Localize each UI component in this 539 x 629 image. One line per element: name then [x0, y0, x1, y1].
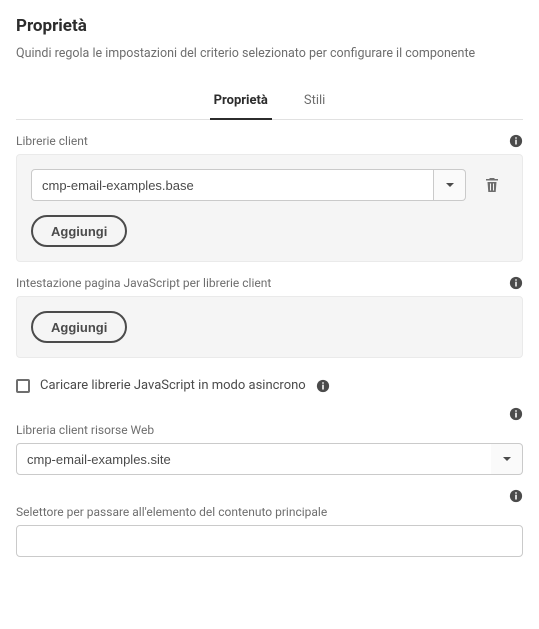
page-title: Proprietà	[16, 16, 523, 36]
add-button[interactable]: Aggiungi	[31, 311, 127, 343]
tabs: Proprietà Stili	[16, 85, 523, 120]
client-lib-input[interactable]	[31, 169, 434, 201]
dropdown-toggle[interactable]	[434, 169, 466, 201]
js-head-panel: Aggiungi	[16, 296, 523, 358]
add-button[interactable]: Aggiungi	[31, 215, 127, 247]
tab-properties[interactable]: Proprietà	[210, 85, 272, 120]
tab-styles[interactable]: Stili	[300, 85, 329, 120]
client-libs-panel: Aggiungi	[16, 154, 523, 262]
web-resources-label: Libreria client risorse Web	[16, 423, 523, 437]
web-resources-select	[16, 443, 523, 475]
page-subtitle: Quindi regola le impostazioni del criter…	[16, 46, 523, 61]
client-libs-label: Librerie client	[16, 134, 88, 148]
delete-button[interactable]	[476, 169, 508, 201]
async-js-label: Caricare librerie JavaScript in modo asi…	[40, 378, 306, 393]
web-resources-input[interactable]	[16, 443, 501, 475]
multifield-item	[31, 169, 508, 201]
info-icon[interactable]	[509, 489, 523, 503]
async-js-checkbox[interactable]	[16, 379, 30, 393]
info-icon[interactable]	[316, 379, 330, 393]
dropdown-toggle[interactable]	[491, 443, 523, 475]
info-icon[interactable]	[509, 407, 523, 421]
js-head-label: Intestazione pagina JavaScript per libre…	[16, 276, 271, 290]
info-icon[interactable]	[509, 276, 523, 290]
main-selector-label: Selettore per passare all'elemento del c…	[16, 505, 523, 519]
async-js-checkbox-row: Caricare librerie JavaScript in modo asi…	[16, 378, 523, 393]
main-selector-input[interactable]	[16, 525, 523, 557]
info-icon[interactable]	[509, 134, 523, 148]
